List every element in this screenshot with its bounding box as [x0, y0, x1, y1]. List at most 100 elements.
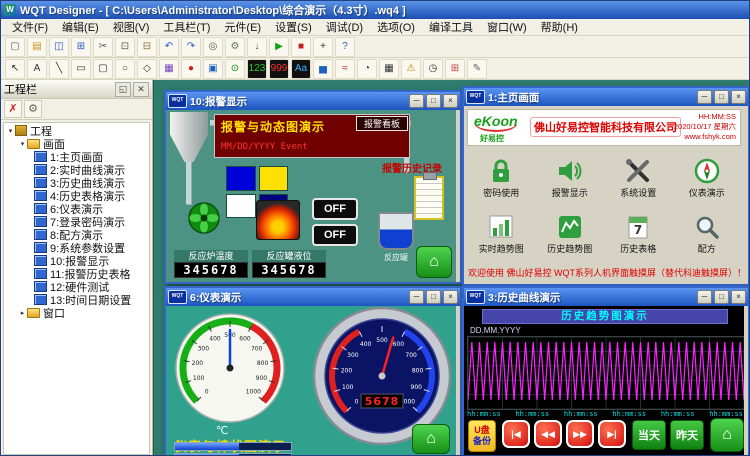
minimize-button[interactable]: ─	[697, 90, 712, 104]
tile-gauge-demo[interactable]: 仪表演示	[673, 150, 742, 206]
close-button[interactable]: ×	[443, 94, 458, 108]
menu-item[interactable]: 调试(D)	[319, 18, 370, 36]
lamp-tool-icon[interactable]: ●	[181, 59, 201, 79]
close-button[interactable]: ×	[731, 90, 746, 104]
menu-item[interactable]: 视图(V)	[106, 18, 157, 36]
menu-item[interactable]: 帮助(H)	[534, 18, 585, 36]
open-folder-icon[interactable]: ▤	[27, 37, 47, 57]
maximize-button[interactable]: □	[426, 290, 441, 304]
tree-item-project-root[interactable]: ▾ 工程	[4, 124, 149, 137]
stop-icon[interactable]: ■	[291, 37, 311, 57]
child-window-titlebar[interactable]: WQT 10:报警显示 ─ □ ×	[166, 92, 460, 110]
numeric-display-icon[interactable]: 123	[247, 59, 267, 79]
dock-icon[interactable]: ◱	[115, 82, 131, 97]
close-button[interactable]: ×	[731, 290, 746, 304]
alarm-bar-icon[interactable]: ⚠	[401, 59, 421, 79]
app-titlebar[interactable]: W WQT Designer - [ C:\Users\Administrato…	[1, 1, 750, 19]
table-icon[interactable]: ▦	[379, 59, 399, 79]
cursor-icon[interactable]: ↖	[5, 59, 25, 79]
clock-icon[interactable]: ◷	[423, 59, 443, 79]
yesterday-button[interactable]: 昨天	[670, 420, 704, 450]
redo-icon[interactable]: ↷	[181, 37, 201, 57]
trend-graph-icon[interactable]: ≈	[335, 59, 355, 79]
rect-tool-icon[interactable]: ▭	[71, 59, 91, 79]
child-window-titlebar[interactable]: WQT 3:历史曲线演示 ─ □ ×	[464, 288, 748, 306]
wrench-icon[interactable]: ⚙	[24, 100, 42, 118]
image-tool-icon[interactable]: ▦	[159, 59, 179, 79]
delete-icon[interactable]: ✗	[4, 100, 22, 118]
last-button[interactable]: ▶|	[598, 420, 626, 448]
menu-item[interactable]: 元件(E)	[217, 18, 268, 36]
recipe-tool-icon[interactable]: ✎	[467, 59, 487, 79]
minimize-button[interactable]: ─	[697, 290, 712, 304]
bar-graph-icon[interactable]: ▅	[313, 59, 333, 79]
close-icon[interactable]: ✕	[133, 82, 149, 97]
website-text: www.fshyk.com	[674, 132, 736, 142]
forward-button[interactable]: ▶▶	[566, 420, 594, 448]
text-display-icon[interactable]: Aa	[291, 59, 311, 79]
line-tool-icon[interactable]: ╲	[49, 59, 69, 79]
polygon-tool-icon[interactable]: ◇	[137, 59, 157, 79]
tile-recipe[interactable]: 配方	[673, 206, 742, 262]
menu-item[interactable]: 窗口(W)	[480, 18, 534, 36]
rewind-button[interactable]: ◀◀	[534, 420, 562, 448]
tile-history-table[interactable]: 7 历史表格	[604, 206, 673, 262]
expand-arrow-icon[interactable]: ▾	[18, 140, 27, 148]
minimize-button[interactable]: ─	[409, 290, 424, 304]
copy-icon[interactable]: ⊡	[115, 37, 135, 57]
menu-item[interactable]: 设置(S)	[268, 18, 319, 36]
usb-backup-button[interactable]: U盘 备份	[468, 420, 496, 452]
tree-item-screen[interactable]: 13:时间日期设置	[4, 293, 149, 306]
calendar-tool-icon[interactable]: ⊞	[445, 59, 465, 79]
alarm-kanban-button[interactable]: 报警看板	[356, 116, 408, 131]
new-file-icon[interactable]: ▢	[5, 37, 25, 57]
menu-item[interactable]: 编辑(E)	[55, 18, 106, 36]
today-button[interactable]: 当天	[632, 420, 666, 450]
cut-icon[interactable]: ✂	[93, 37, 113, 57]
help-icon[interactable]: ?	[335, 37, 355, 57]
alarm-display-icon[interactable]: 999	[269, 59, 289, 79]
switch-tool-icon[interactable]: ⊙	[225, 59, 245, 79]
meter-icon[interactable]: ◔	[357, 59, 377, 79]
tree-item-windows-folder[interactable]: ▸ 窗口	[4, 306, 149, 319]
tile-alarm-display[interactable]: 报警显示	[536, 150, 605, 206]
menu-item[interactable]: 编译工具	[422, 18, 480, 36]
menu-item[interactable]: 选项(O)	[370, 18, 422, 36]
compile-icon[interactable]: ⚙	[225, 37, 245, 57]
close-button[interactable]: ×	[443, 290, 458, 304]
zoom-in-icon[interactable]: +	[313, 37, 333, 57]
child-window-titlebar[interactable]: WQT 6:仪表演示 ─ □ ×	[166, 288, 460, 306]
off-button-bottom[interactable]: OFF	[312, 224, 358, 246]
minimize-button[interactable]: ─	[409, 94, 424, 108]
menu-item[interactable]: 文件(F)	[5, 18, 55, 36]
expand-arrow-icon[interactable]: ▾	[6, 127, 15, 135]
menu-item[interactable]: 工具栏(T)	[156, 18, 217, 36]
tile-password[interactable]: 密码使用	[467, 150, 536, 206]
run-icon[interactable]: ▶	[269, 37, 289, 57]
text-tool-icon[interactable]: A	[27, 59, 47, 79]
maximize-button[interactable]: □	[714, 90, 729, 104]
home-button[interactable]: ⌂	[710, 418, 744, 452]
save-icon[interactable]: ◫	[49, 37, 69, 57]
save-all-icon[interactable]: ⊞	[71, 37, 91, 57]
child-window-titlebar[interactable]: WQT 1:主页画面 ─ □ ×	[464, 88, 748, 106]
download-icon[interactable]: ↓	[247, 37, 267, 57]
first-button[interactable]: |◀	[502, 420, 530, 448]
rounded-rect-tool-icon[interactable]: ▢	[93, 59, 113, 79]
home-button[interactable]: ⌂	[412, 424, 450, 454]
button-tool-icon[interactable]: ▣	[203, 59, 223, 79]
clipboard-icon[interactable]	[414, 176, 444, 220]
ellipse-tool-icon[interactable]: ○	[115, 59, 135, 79]
undo-icon[interactable]: ↶	[159, 37, 179, 57]
tree-item-label: 窗口	[43, 305, 65, 321]
paste-icon[interactable]: ⊟	[137, 37, 157, 57]
tile-history-trend[interactable]: 历史趋势图	[536, 206, 605, 262]
tile-system-settings[interactable]: 系统设置	[604, 150, 673, 206]
tile-realtime-trend[interactable]: 实时趋势图	[467, 206, 536, 262]
home-button[interactable]: ⌂	[416, 246, 452, 278]
maximize-button[interactable]: □	[714, 290, 729, 304]
search-icon[interactable]: ◎	[203, 37, 223, 57]
maximize-button[interactable]: □	[426, 94, 441, 108]
off-button-top[interactable]: OFF	[312, 198, 358, 220]
expand-arrow-icon[interactable]: ▸	[18, 309, 27, 317]
